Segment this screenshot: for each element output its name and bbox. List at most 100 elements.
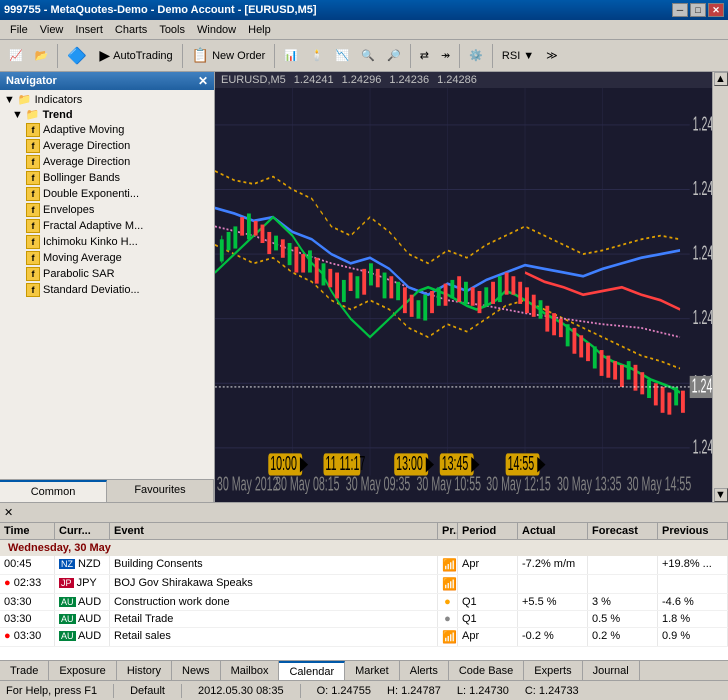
indicator-icon-stddev: f: [26, 283, 40, 297]
scroll-btn[interactable]: ⇄: [415, 43, 434, 69]
tab-alerts[interactable]: Alerts: [400, 661, 449, 680]
tab-calendar[interactable]: Calendar: [279, 661, 345, 680]
event-row-2[interactable]: ● 02:33 JP JPY BOJ Gov Shirakawa Speaks …: [0, 575, 728, 594]
event-currency-3: AU AUD: [55, 594, 110, 610]
tree-item-std-dev[interactable]: f Standard Deviatio...: [2, 282, 212, 298]
bar-chart-icon: 📊: [284, 49, 298, 62]
panel-close-btn[interactable]: ✕: [4, 506, 13, 519]
tree-item-parabolic[interactable]: f Parabolic SAR: [2, 266, 212, 282]
candle-icon: 🕯️: [310, 49, 324, 62]
tab-mailbox[interactable]: Mailbox: [221, 661, 280, 680]
nav-tab-favourites[interactable]: Favourites: [107, 480, 214, 502]
nav-tab-common[interactable]: Common: [0, 480, 107, 502]
events-table: Time Curr... Event Pr... Period Actual F…: [0, 523, 728, 660]
rsi-btn[interactable]: RSI ▼: [497, 43, 539, 69]
menu-tools[interactable]: Tools: [153, 22, 191, 38]
properties-btn[interactable]: ⚙️: [464, 43, 488, 69]
autotrading-btn[interactable]: ▶ AutoTrading: [94, 43, 177, 69]
tree-item-envelopes[interactable]: f Envelopes: [2, 202, 212, 218]
tree-expand-trend-icon: ▼: [12, 109, 23, 121]
chart-bid: 1.24241: [294, 74, 334, 86]
tab-journal[interactable]: Journal: [583, 661, 640, 680]
svg-text:30 May 14:55: 30 May 14:55: [627, 473, 692, 494]
tree-item-avgdir2[interactable]: f Average Direction: [2, 154, 212, 170]
svg-text:30 May 12:15: 30 May 12:15: [486, 473, 551, 494]
chart-type-candle[interactable]: 🕯️: [305, 43, 329, 69]
menu-charts[interactable]: Charts: [109, 22, 153, 38]
chart-type-bar[interactable]: 📊: [279, 43, 303, 69]
tab-codebase[interactable]: Code Base: [449, 661, 524, 680]
event-period-2: [458, 575, 518, 593]
tree-item-adaptive[interactable]: f Adaptive Moving: [2, 122, 212, 138]
menu-window[interactable]: Window: [191, 22, 242, 38]
right-scrollbar[interactable]: ▲ ▼: [712, 72, 728, 502]
event-name-5: Retail sales: [110, 628, 438, 646]
event-row-1[interactable]: 00:45 NZ NZD Building Consents 📶 Apr -7.…: [0, 556, 728, 575]
event-currency-5: AU AUD: [55, 628, 110, 646]
event-row-3[interactable]: 03:30 AU AUD Construction work done ● Q1…: [0, 594, 728, 611]
zoom-in-btn[interactable]: 🔍: [356, 43, 380, 69]
svg-text:30 May 09:35: 30 May 09:35: [346, 473, 411, 494]
svg-text:10:00 ▶: 10:00 ▶: [270, 452, 308, 475]
menu-insert[interactable]: Insert: [69, 22, 109, 38]
event-previous-4: 1.8 %: [658, 611, 728, 627]
chart-canvas[interactable]: 1.24760 1.24640 1.24520 1.24400 1.24286 …: [215, 88, 712, 494]
event-importance-5: 📶: [438, 628, 458, 646]
menu-file[interactable]: File: [4, 22, 34, 38]
status-divider-2: [181, 684, 182, 698]
navigator-close-btn[interactable]: ✕: [198, 74, 208, 88]
new-chart-btn[interactable]: 📈: [4, 43, 28, 69]
indicator-icon-ichimoku: f: [26, 235, 40, 249]
event-forecast-4: 0.5 %: [588, 611, 658, 627]
tree-item-bollinger[interactable]: f Bollinger Bands: [2, 170, 212, 186]
bottom-tabs: Trade Exposure History News Mailbox Cale…: [0, 660, 728, 680]
menu-view[interactable]: View: [34, 22, 70, 38]
open-btn[interactable]: 📂: [30, 43, 54, 69]
tree-item-fractal[interactable]: f Fractal Adaptive M...: [2, 218, 212, 234]
tab-market[interactable]: Market: [345, 661, 400, 680]
status-help: For Help, press F1: [6, 685, 97, 697]
event-forecast-1: [588, 556, 658, 574]
tree-item-label: Average Direction: [43, 156, 130, 168]
svg-text:1.24760: 1.24760: [693, 113, 712, 136]
indicator-icon-ma: f: [26, 251, 40, 265]
event-forecast-5: 0.2 %: [588, 628, 658, 646]
auto-scroll-btn[interactable]: ↠: [436, 43, 455, 69]
zoom-out-btn[interactable]: 🔎: [382, 43, 406, 69]
tree-item-ichimoku[interactable]: f Ichimoku Kinko H...: [2, 234, 212, 250]
close-btn[interactable]: ✕: [708, 3, 724, 17]
event-row-5[interactable]: ● 03:30 AU AUD Retail sales 📶 Apr -0.2 %…: [0, 628, 728, 647]
svg-text:14:55 ▶: 14:55 ▶: [508, 452, 546, 475]
indicator-extra-btn[interactable]: ≫: [541, 43, 563, 69]
menu-help[interactable]: Help: [242, 22, 277, 38]
event-actual-4: [518, 611, 588, 627]
new-order-btn[interactable]: 📋 New Order: [187, 43, 271, 69]
tree-folder-trend[interactable]: ▼ 📁 Trend: [2, 107, 212, 122]
maximize-btn[interactable]: □: [690, 3, 706, 17]
event-row-4[interactable]: 03:30 AU AUD Retail Trade ● Q1 0.5 % 1.8…: [0, 611, 728, 628]
event-previous-3: -4.6 %: [658, 594, 728, 610]
chart-type-line[interactable]: 📉: [331, 43, 355, 69]
tree-root-indicators[interactable]: ▼ 📁 Indicators: [2, 92, 212, 107]
indicator-icon-adaptive: f: [26, 123, 40, 137]
navigator-tabs: Common Favourites: [0, 479, 214, 502]
tree-item-avgdir1[interactable]: f Average Direction: [2, 138, 212, 154]
svg-text:30 May 13:35: 30 May 13:35: [557, 473, 622, 494]
scroll-up-btn[interactable]: ▲: [714, 72, 728, 86]
window-title: 999755 - MetaQuotes-Demo - Demo Account …: [4, 4, 317, 16]
tab-exposure[interactable]: Exposure: [49, 661, 116, 680]
market-watch-btn[interactable]: 🔷: [62, 43, 92, 69]
chart-symbol: EURUSD,M5: [221, 74, 286, 86]
tab-trade[interactable]: Trade: [0, 661, 49, 680]
tree-folder-label: Trend: [43, 109, 73, 121]
svg-text:13:45 ▶: 13:45 ▶: [442, 452, 480, 475]
tree-item-moving-avg[interactable]: f Moving Average: [2, 250, 212, 266]
tree-item-double-exp[interactable]: f Double Exponenti...: [2, 186, 212, 202]
minimize-btn[interactable]: ─: [672, 3, 688, 17]
scroll-down-btn[interactable]: ▼: [714, 488, 728, 502]
navigator-header: Navigator ✕: [0, 72, 214, 90]
tab-history[interactable]: History: [117, 661, 172, 680]
tab-experts[interactable]: Experts: [524, 661, 582, 680]
tab-news[interactable]: News: [172, 661, 221, 680]
indicator-icon-fractal: f: [26, 219, 40, 233]
